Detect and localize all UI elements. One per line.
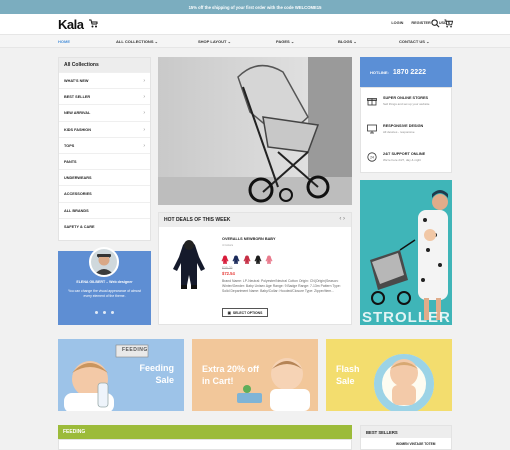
carousel-dot[interactable] xyxy=(111,311,114,314)
chevron-down-icon: ⌄ xyxy=(290,39,295,44)
carousel-dot[interactable] xyxy=(103,311,106,314)
gift-icon xyxy=(367,98,377,106)
color-swatch[interactable] xyxy=(254,252,262,264)
chevron-right-icon: › xyxy=(143,126,145,133)
chevron-right-icon: › xyxy=(143,110,145,117)
testimonial-author: ELENA GILBERT – Web designer xyxy=(76,280,133,284)
collection-item-accessories[interactable]: ACCESSORIES xyxy=(59,185,150,201)
product-image[interactable] xyxy=(169,235,209,295)
nav-shop-layout[interactable]: SHOP LAYOUT ⌄ xyxy=(198,39,231,44)
collection-item-tops[interactable]: TOPS › xyxy=(59,136,150,153)
main-nav: HOME ALL COLLECTIONS ⌄ SHOP LAYOUT ⌄ PAG… xyxy=(0,34,510,48)
features-list: SUPER ONLINE STORES Sell things and set … xyxy=(360,87,452,173)
feeding-sale-banner[interactable]: FEEDING Feeding Sale xyxy=(58,339,184,411)
color-swatch[interactable] xyxy=(265,252,273,264)
feeding-tag: FEEDING xyxy=(122,347,148,353)
stroller-word: STROLLER xyxy=(362,309,451,325)
collection-item-all-brands[interactable]: ALL BRANDS xyxy=(59,201,150,218)
login-link[interactable]: LOGIN xyxy=(391,21,403,25)
select-options-button[interactable]: ▣ SELECT OPTIONS xyxy=(222,308,268,317)
carousel-dot[interactable] xyxy=(95,311,98,314)
monitor-icon xyxy=(367,124,377,134)
collection-item-safety-care[interactable]: SAFETY & CARE xyxy=(59,217,150,234)
chevron-down-icon: ⌄ xyxy=(426,39,430,44)
promo-text: 15% off the shipping of your first order… xyxy=(188,4,322,10)
color-swatches xyxy=(221,252,273,264)
best-sellers-panel: BEST SELLERS WOMEN VINTAGE TOTEM xyxy=(360,425,452,450)
header-links: LOGIN REGISTER USD $ xyxy=(391,21,450,25)
best-seller-item-title[interactable]: WOMEN VINTAGE TOTEM xyxy=(396,442,435,446)
feature-support: 24 24/7 SUPPORT ONLINE We're here 24/7, … xyxy=(361,144,453,172)
collections-title: All Collections xyxy=(59,58,150,72)
deals-arrows: ‹ › xyxy=(339,216,345,222)
search-icon[interactable] xyxy=(431,19,440,28)
chevron-right-icon[interactable]: › xyxy=(343,216,345,222)
promo-topbar: 15% off the shipping of your first order… xyxy=(0,0,510,14)
chevron-down-icon: ⌄ xyxy=(227,39,231,44)
cart-icon: ▣ xyxy=(227,310,231,315)
hot-deals-panel: HOT DEALS OF THIS WEEK ‹ › OVERALLS NEWB… xyxy=(158,212,352,325)
hotline-number[interactable]: 1870 2222 xyxy=(393,69,426,76)
hot-deals-title: HOT DEALS OF THIS WEEK xyxy=(159,213,351,227)
svg-text:24: 24 xyxy=(370,155,374,159)
hero-slide[interactable] xyxy=(158,57,352,205)
nav-home[interactable]: HOME xyxy=(58,39,70,44)
product-colors-label: 4 Colors xyxy=(222,243,234,247)
collection-item-underwears[interactable]: UNDERWEARS xyxy=(59,169,150,185)
collection-item-best-seller[interactable]: BEST SELLER › xyxy=(59,88,150,104)
chevron-right-icon: › xyxy=(143,78,145,84)
product-old-price: $39.29 xyxy=(222,266,233,270)
hotline-label: HOTLINE: xyxy=(370,69,389,75)
product-title[interactable]: OVERALLS NEWBORN BABY xyxy=(222,237,276,241)
testimonial-text: You can change the visual appearance of … xyxy=(67,289,141,298)
flash-sale-banner[interactable]: Flash Sale xyxy=(326,339,452,411)
product-description: Brand Name: LP-Neutral: Polyester/Neutra… xyxy=(222,279,341,294)
collection-item-pants[interactable]: PANTS xyxy=(59,152,150,169)
feeding-section-body xyxy=(58,439,352,450)
collection-item-kids-fashion[interactable]: KIDS FASHION › xyxy=(59,120,150,137)
site-logo[interactable]: Kala xyxy=(58,17,84,32)
banner-title: Flash Sale xyxy=(336,364,360,386)
chevron-down-icon: ⌄ xyxy=(353,39,357,44)
color-swatch[interactable] xyxy=(221,252,229,264)
collection-item-new-arrival[interactable]: NEW ARRIVAL › xyxy=(59,104,150,120)
chevron-right-icon: › xyxy=(143,94,145,101)
banner-title: Extra 20% off in Cart! xyxy=(202,364,260,386)
extra-off-banner[interactable]: Extra 20% off in Cart! xyxy=(192,339,318,411)
stroller-photo xyxy=(158,57,352,205)
testimonial-card: ELENA GILBERT – Web designer You can cha… xyxy=(58,247,151,325)
nav-contact-us[interactable]: CONTACT US ⌄ xyxy=(399,39,429,44)
cart-icon[interactable] xyxy=(444,19,453,28)
logo-stroller-icon xyxy=(89,19,98,28)
chevron-left-icon[interactable]: ‹ xyxy=(339,216,341,222)
product-price: $72.54 xyxy=(222,271,235,276)
avatar xyxy=(89,247,119,277)
collection-item-whats-new[interactable]: WHAT'S NEW › xyxy=(59,72,150,88)
banner-title: Feeding Sale xyxy=(139,363,174,385)
feeding-section-header[interactable]: FEEDING xyxy=(58,425,352,439)
feature-online-stores: SUPER ONLINE STORES Sell things and set … xyxy=(361,88,453,116)
nav-blogs[interactable]: BLOGS ⌄ xyxy=(338,39,357,44)
register-link[interactable]: REGISTER xyxy=(411,21,430,25)
hotline-box: HOTLINE: 1870 2222 xyxy=(360,57,452,87)
nav-pages[interactable]: PAGES ⌄ xyxy=(276,39,294,44)
feature-responsive-design: RESPONSIVE DESIGN All devices - responsi… xyxy=(361,116,453,144)
color-swatch[interactable] xyxy=(232,252,240,264)
carousel-dots xyxy=(58,311,151,314)
stroller-banner[interactable]: STROLLER xyxy=(360,180,452,325)
chevron-right-icon: › xyxy=(143,142,145,149)
collections-menu: All Collections WHAT'S NEW › BEST SELLER ›… xyxy=(58,57,151,241)
nav-all-collections[interactable]: ALL COLLECTIONS ⌄ xyxy=(116,39,158,44)
mother-with-stroller-photo xyxy=(360,180,452,325)
best-sellers-title: BEST SELLERS xyxy=(361,426,451,438)
page: 15% off the shipping of your first order… xyxy=(0,0,510,450)
site-header: Kala LOGIN REGISTER USD $ xyxy=(0,14,510,34)
color-swatch[interactable] xyxy=(243,252,251,264)
chevron-down-icon: ⌄ xyxy=(154,39,158,44)
support-24-icon: 24 xyxy=(367,152,377,162)
